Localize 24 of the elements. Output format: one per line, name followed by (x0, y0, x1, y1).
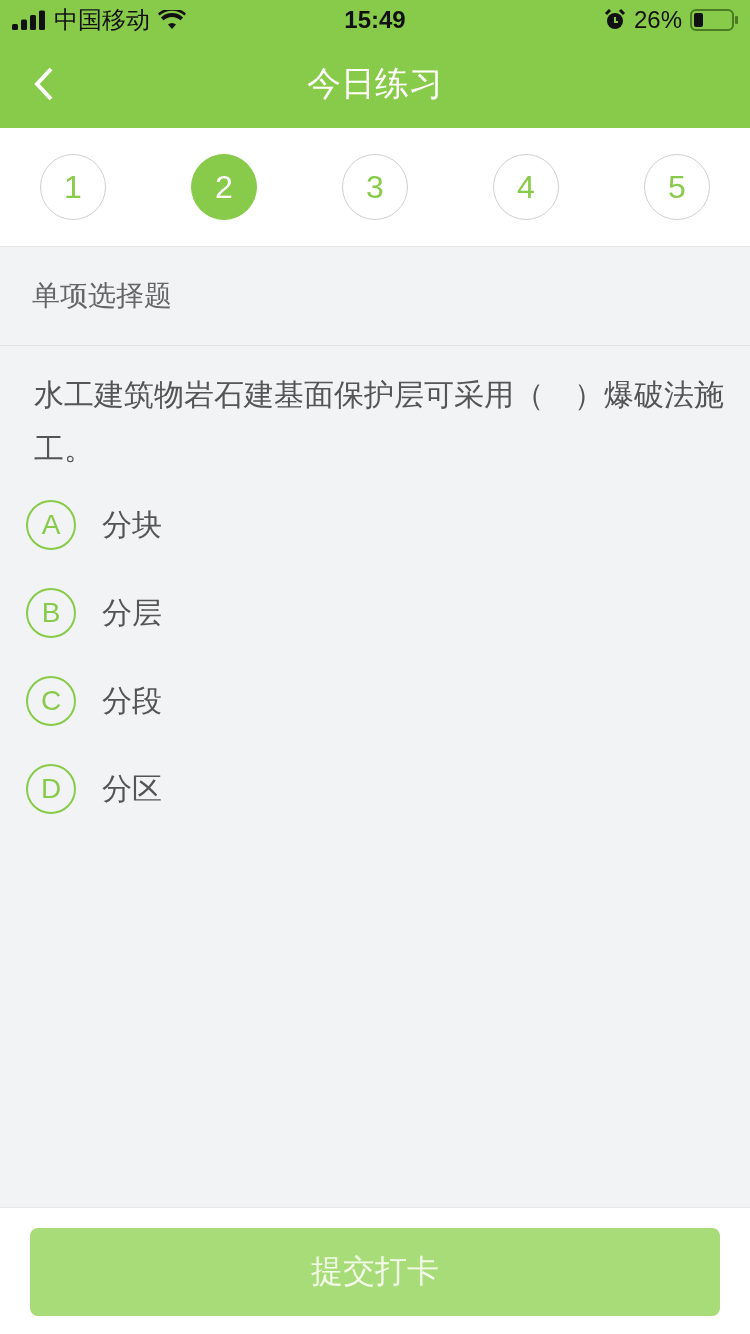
option-letter[interactable]: A (26, 500, 76, 550)
carrier-name: 中国移动 (54, 5, 150, 35)
option-text[interactable]: 分块 (102, 504, 162, 546)
question-number-tab[interactable]: 5 (644, 154, 710, 220)
wifi-icon (158, 10, 186, 30)
option-text[interactable]: 分段 (102, 680, 162, 722)
section-title: 单项选择题 (32, 279, 172, 313)
alarm-icon (603, 9, 626, 31)
back-icon (34, 67, 54, 101)
page-title: 今日练习 (307, 63, 443, 104)
battery-icon (690, 9, 738, 31)
option-letter[interactable]: D (26, 764, 76, 814)
option-text[interactable]: 分区 (102, 768, 162, 810)
question-number-tab[interactable]: 4 (493, 154, 559, 220)
question-number-tab[interactable]: 2 (191, 154, 257, 220)
question-number-tab[interactable]: 3 (342, 154, 408, 220)
battery-percent: 26% (633, 6, 682, 34)
clock-time: 15:49 (344, 6, 406, 34)
option-letter[interactable]: C (26, 676, 76, 726)
option-letter[interactable]: B (26, 588, 76, 638)
signal-icon (12, 10, 46, 30)
question-number-tab[interactable]: 1 (40, 154, 106, 220)
question-text: 水工建筑物岩石建基面保护层可采用（ ）爆破法施工。 (33, 377, 725, 467)
option-text[interactable]: 分层 (102, 592, 162, 634)
